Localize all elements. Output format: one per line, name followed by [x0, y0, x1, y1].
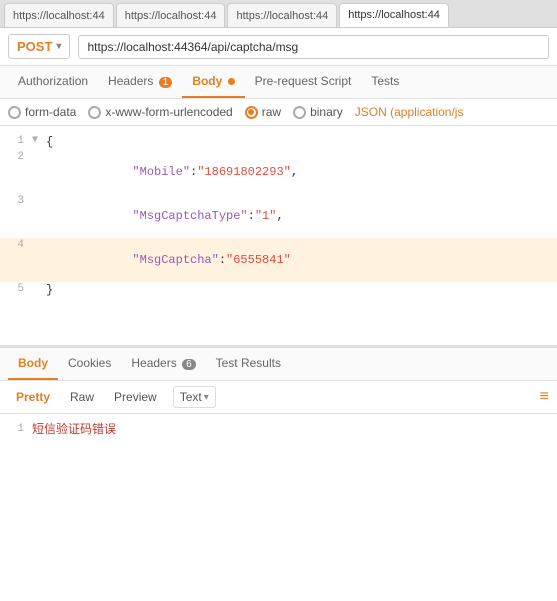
format-raw-label: Raw [70, 390, 94, 404]
radio-form-data-icon [8, 106, 21, 119]
text-type-label: Text [180, 390, 202, 404]
tab-authorization[interactable]: Authorization [8, 66, 98, 98]
tab-authorization-label: Authorization [18, 74, 88, 88]
browser-tab-4[interactable]: https://localhost:44 [339, 3, 449, 27]
method-chevron-icon: ▾ [56, 41, 61, 52]
browser-tab-4-label: https://localhost:44 [348, 9, 440, 21]
url-input[interactable] [78, 35, 549, 59]
line-content-2: "Mobile":"18691802293", [46, 151, 557, 193]
wrap-icon[interactable]: ≡ [540, 388, 549, 406]
line-num-1: 1 [0, 135, 32, 147]
radio-urlencoded-icon [88, 106, 101, 119]
val-msgcaptcha: "6555841" [226, 253, 291, 267]
method-label: POST [17, 39, 52, 54]
key-mobile: "Mobile" [104, 165, 190, 179]
val-msgcaptchatype: "1" [255, 209, 277, 223]
url-bar: POST ▾ [0, 28, 557, 66]
tab-body-label: Body [192, 74, 222, 88]
tab-headers[interactable]: Headers 1 [98, 66, 182, 98]
code-line-4: 4 "MsgCaptcha":"6555841" [0, 238, 557, 282]
resp-tab-body-label: Body [18, 356, 48, 370]
resp-tab-body[interactable]: Body [8, 348, 58, 380]
code-line-1: 1 ▼ { [0, 134, 557, 150]
response-body: 1 短信验证码错误 [0, 414, 557, 443]
radio-raw-icon [245, 106, 258, 119]
browser-tab-1[interactable]: https://localhost:44 [4, 3, 114, 27]
option-form-data-label: form-data [25, 105, 76, 119]
request-tabs: Authorization Headers 1 Body Pre-request… [0, 66, 557, 99]
body-dot-indicator [228, 78, 235, 85]
browser-tab-2[interactable]: https://localhost:44 [116, 3, 226, 27]
resp-headers-badge: 6 [182, 359, 196, 370]
headers-badge: 1 [159, 77, 173, 88]
tab-prerequest[interactable]: Pre-request Script [245, 66, 362, 98]
code-line-5: 5 } [0, 282, 557, 298]
option-form-data[interactable]: form-data [8, 105, 76, 119]
response-section: Body Cookies Headers 6 Test Results Pret… [0, 346, 557, 443]
line-content-1: { [46, 135, 557, 149]
tab-body[interactable]: Body [182, 66, 244, 98]
key-msgcaptcha: "MsgCaptcha" [104, 253, 219, 267]
format-raw-button[interactable]: Raw [62, 387, 102, 407]
json-type-label: JSON (application/js [355, 105, 464, 119]
option-urlencoded[interactable]: x-www-form-urlencoded [88, 105, 232, 119]
line-num-4: 4 [0, 239, 32, 251]
key-msgcaptchatype: "MsgCaptchaType" [104, 209, 248, 223]
method-button[interactable]: POST ▾ [8, 34, 70, 59]
option-raw-label: raw [262, 105, 281, 119]
option-raw[interactable]: raw [245, 105, 281, 119]
response-tabs: Body Cookies Headers 6 Test Results [0, 348, 557, 381]
resp-tab-headers[interactable]: Headers 6 [121, 348, 205, 380]
code-line-3: 3 "MsgCaptchaType":"1", [0, 194, 557, 238]
option-binary[interactable]: binary [293, 105, 343, 119]
browser-tab-2-label: https://localhost:44 [125, 10, 217, 22]
response-line-1: 1 短信验证码错误 [8, 420, 549, 437]
tab-prerequest-label: Pre-request Script [255, 74, 352, 88]
code-editor[interactable]: 1 ▼ { 2 "Mobile":"18691802293", 3 "MsgCa… [0, 126, 557, 346]
option-binary-label: binary [310, 105, 343, 119]
browser-tab-3[interactable]: https://localhost:44 [227, 3, 337, 27]
line-content-5: } [46, 283, 557, 297]
line-num-3: 3 [0, 195, 32, 207]
line-num-2: 2 [0, 151, 32, 163]
option-urlencoded-label: x-www-form-urlencoded [105, 105, 232, 119]
browser-tab-3-label: https://localhost:44 [236, 10, 328, 22]
line-content-4: "MsgCaptcha":"6555841" [46, 239, 557, 281]
browser-tabs-bar: https://localhost:44 https://localhost:4… [0, 0, 557, 28]
tab-tests-label: Tests [371, 74, 399, 88]
resp-line-num-1: 1 [8, 423, 24, 435]
browser-tab-1-label: https://localhost:44 [13, 10, 105, 22]
format-preview-button[interactable]: Preview [106, 387, 165, 407]
resp-tab-headers-label: Headers [131, 356, 176, 370]
line-content-3: "MsgCaptchaType":"1", [46, 195, 557, 237]
line-num-5: 5 [0, 283, 32, 295]
val-mobile: "18691802293" [197, 165, 291, 179]
resp-tab-cookies-label: Cookies [68, 356, 111, 370]
radio-binary-icon [293, 106, 306, 119]
format-preview-label: Preview [114, 390, 157, 404]
resp-tab-test-results-label: Test Results [216, 356, 281, 370]
main-container: POST ▾ Authorization Headers 1 Body Pre-… [0, 28, 557, 601]
code-line-2: 2 "Mobile":"18691802293", [0, 150, 557, 194]
response-format-bar: Pretty Raw Preview Text ▾ ≡ [0, 381, 557, 414]
tab-headers-label: Headers [108, 74, 153, 88]
resp-line-content-1: 短信验证码错误 [32, 420, 116, 437]
body-options: form-data x-www-form-urlencoded raw bina… [0, 99, 557, 126]
line-toggle-1[interactable]: ▼ [32, 135, 46, 146]
format-pretty-label: Pretty [16, 390, 50, 404]
text-type-select[interactable]: Text ▾ [173, 386, 216, 408]
format-pretty-button[interactable]: Pretty [8, 387, 58, 407]
text-type-chevron-icon: ▾ [204, 392, 209, 403]
tab-tests[interactable]: Tests [361, 66, 409, 98]
resp-tab-test-results[interactable]: Test Results [206, 348, 291, 380]
resp-tab-cookies[interactable]: Cookies [58, 348, 121, 380]
